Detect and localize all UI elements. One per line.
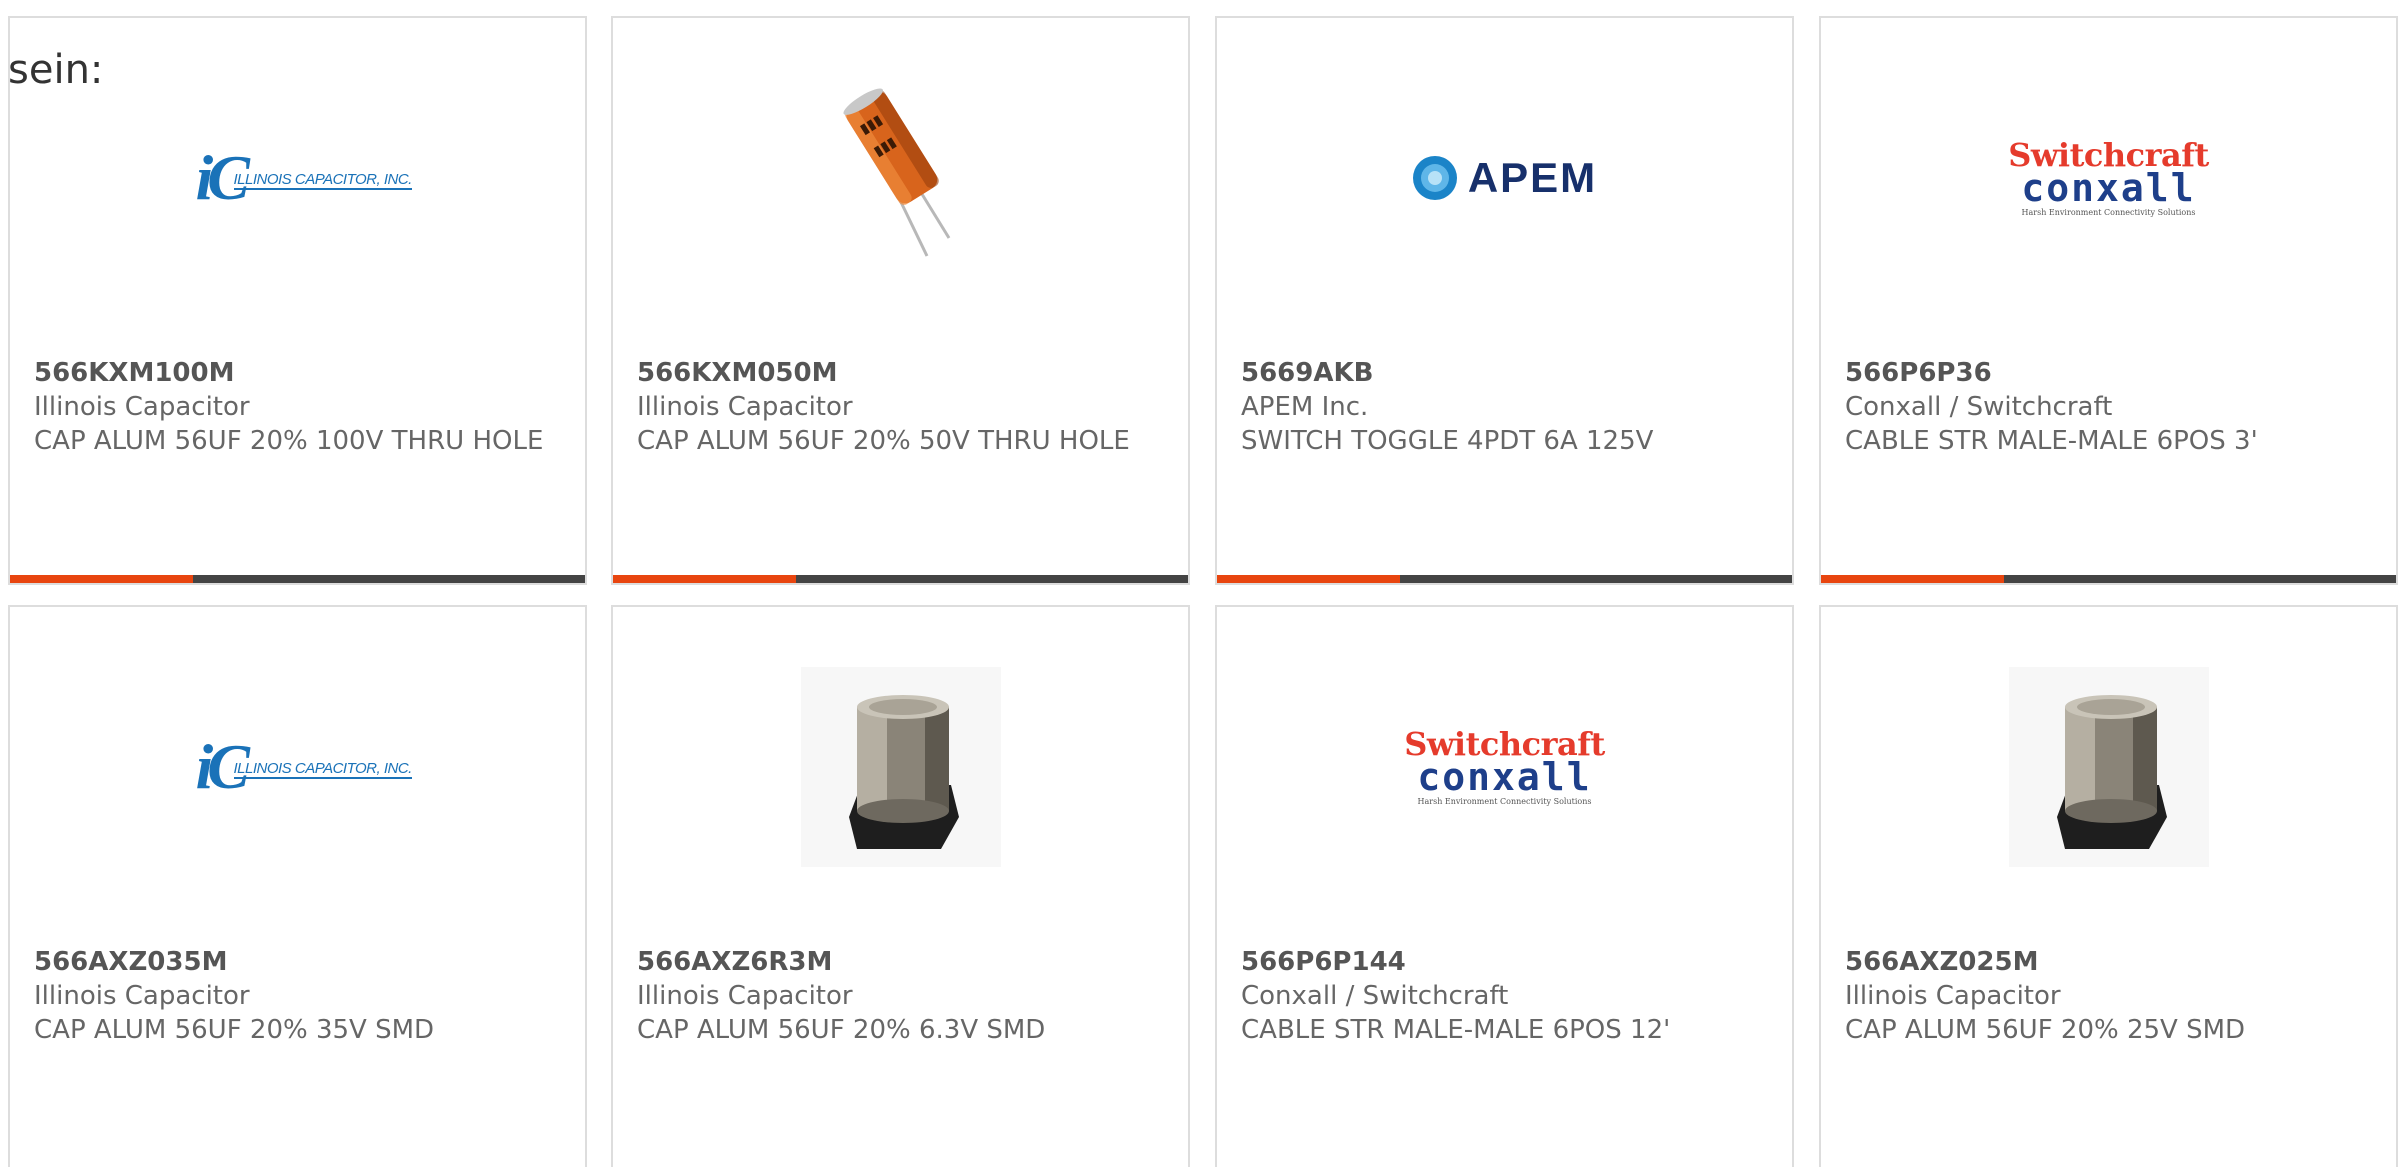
product-card[interactable]: APEM 5669AKB APEM Inc. SWITCH TOGGLE 4PD… [1215, 16, 1794, 585]
part-number-link[interactable]: 566P6P36 [1845, 356, 2372, 390]
smd-capacitor-photo [2008, 667, 2209, 867]
product-image[interactable] [1821, 607, 2396, 927]
illinois-capacitor-logo: iC ILLINOIS CAPACITOR, INC. [195, 142, 413, 213]
product-card[interactable]: 566AXZ025M Illinois Capacitor CAP ALUM 5… [1819, 605, 2398, 1167]
product-description: CAP ALUM 56UF 20% 50V THRU HOLE [637, 426, 1130, 456]
manufacturer-name: Illinois Capacitor [1845, 981, 2061, 1011]
product-description: CABLE STR MALE-MALE 6POS 3' [1845, 426, 2258, 456]
product-description: CAP ALUM 56UF 20% 6.3V SMD [637, 1015, 1046, 1045]
part-number-link[interactable]: 566AXZ025M [1845, 945, 2372, 979]
product-description: CABLE STR MALE-MALE 6POS 12' [1241, 1015, 1671, 1045]
manufacturer-name: APEM Inc. [1241, 392, 1369, 422]
manufacturer-name: Illinois Capacitor [637, 392, 853, 422]
product-description: CAP ALUM 56UF 20% 25V SMD [1845, 1015, 2246, 1045]
manufacturer-name: Illinois Capacitor [637, 981, 853, 1011]
manufacturer-name: Illinois Capacitor [34, 392, 250, 422]
product-image[interactable]: Switchcraft conxall Harsh Environment Co… [1217, 607, 1792, 927]
product-card[interactable]: 566AXZ6R3M Illinois Capacitor CAP ALUM 5… [611, 605, 1190, 1167]
part-number-link[interactable]: 566AXZ6R3M [637, 945, 1164, 979]
part-number-link[interactable]: 566KXM100M [34, 356, 561, 390]
product-grid: iC ILLINOIS CAPACITOR, INC. 566KXM100M I… [8, 16, 2400, 1167]
switchcraft-conxall-logo: Switchcraft conxall Harsh Environment Co… [2008, 136, 2209, 217]
product-description: SWITCH TOGGLE 4PDT 6A 125V [1241, 426, 1654, 456]
radial-capacitor-photo: ▮▮▮ ▮▮▮ [842, 88, 950, 257]
product-card[interactable]: Switchcraft conxall Harsh Environment Co… [1819, 16, 2398, 585]
manufacturer-name: Illinois Capacitor [34, 981, 250, 1011]
apem-logo: APEM [1412, 154, 1597, 202]
part-number-link[interactable]: 5669AKB [1241, 356, 1768, 390]
part-number-link[interactable]: 566AXZ035M [34, 945, 561, 979]
product-card[interactable]: iC ILLINOIS CAPACITOR, INC. 566KXM100M I… [8, 16, 587, 585]
switchcraft-conxall-logo: Switchcraft conxall Harsh Environment Co… [1404, 725, 1605, 806]
manufacturer-name: Conxall / Switchcraft [1845, 392, 2113, 422]
product-image[interactable]: Switchcraft conxall Harsh Environment Co… [1821, 18, 2396, 338]
product-card[interactable]: Switchcraft conxall Harsh Environment Co… [1215, 605, 1794, 1167]
card-accent-bar [10, 575, 585, 583]
part-number-link[interactable]: 566KXM050M [637, 356, 1164, 390]
card-accent-bar [1217, 575, 1792, 583]
product-image[interactable] [613, 607, 1188, 927]
product-description: CAP ALUM 56UF 20% 35V SMD [34, 1015, 435, 1045]
smd-capacitor-photo [800, 667, 1001, 867]
product-card[interactable]: ▮▮▮ ▮▮▮ 566KXM050M Illinois Capacitor CA… [611, 16, 1190, 585]
product-card[interactable]: iC ILLINOIS CAPACITOR, INC. 566AXZ035M I… [8, 605, 587, 1167]
manufacturer-name: Conxall / Switchcraft [1241, 981, 1509, 1011]
product-image[interactable]: ▮▮▮ ▮▮▮ [613, 18, 1188, 338]
product-description: CAP ALUM 56UF 20% 100V THRU HOLE [34, 426, 544, 456]
product-image[interactable]: APEM [1217, 18, 1792, 338]
product-results-page: sein: iC ILLINOIS CAPACITOR, INC. 566KXM… [0, 0, 2400, 1167]
intro-text: sein: [8, 47, 104, 93]
illinois-capacitor-logo: iC ILLINOIS CAPACITOR, INC. [195, 731, 413, 802]
product-image[interactable]: iC ILLINOIS CAPACITOR, INC. [10, 607, 585, 927]
card-accent-bar [613, 575, 1188, 583]
card-accent-bar [1821, 575, 2396, 583]
part-number-link[interactable]: 566P6P144 [1241, 945, 1768, 979]
